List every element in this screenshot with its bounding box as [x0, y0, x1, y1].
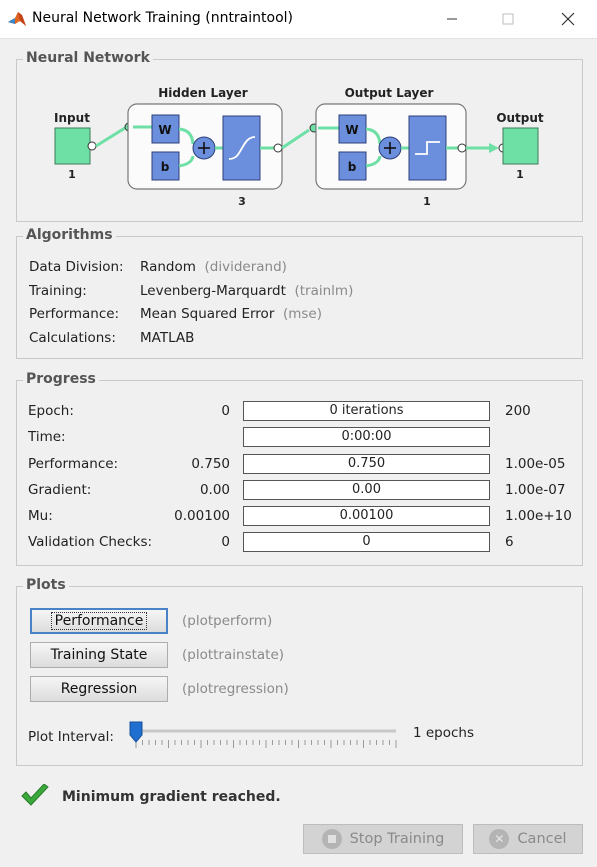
- progress-end-value: 1.00e+10: [505, 508, 572, 524]
- algorithm-value: MATLAB: [140, 330, 195, 346]
- cancel-button[interactable]: ✕ Cancel: [473, 824, 583, 854]
- progress-end-value: 1.00e-07: [505, 482, 566, 498]
- algorithm-label: Training:: [29, 283, 87, 299]
- progress-current-box: 0.00100: [243, 506, 490, 526]
- plot-function-label: (plottrainstate): [182, 647, 285, 663]
- plot-interval-label: Plot Interval:: [28, 729, 114, 745]
- minimize-icon: [447, 18, 457, 20]
- algorithm-label: Calculations:: [29, 330, 116, 346]
- progress-label: Validation Checks:: [28, 534, 153, 550]
- status-message: Minimum gradient reached.: [62, 789, 281, 805]
- hidden-b-label: b: [161, 160, 170, 174]
- cancel-icon: ✕: [489, 829, 510, 849]
- progress-start-value: 0: [221, 534, 230, 550]
- neural-network-panel: Neural Network Input 1 Hidden Layer W b …: [16, 50, 583, 222]
- minimize-button[interactable]: [432, 6, 472, 32]
- progress-end-value: 200: [505, 403, 531, 419]
- window-title: Neural Network Training (nntraintool): [32, 10, 293, 26]
- maximize-button[interactable]: [488, 6, 528, 32]
- algorithm-label: Data Division:: [29, 259, 124, 275]
- input-label: Input: [54, 111, 90, 125]
- output-b-label: b: [348, 160, 357, 174]
- regression-plot-button[interactable]: Regression: [30, 676, 168, 702]
- progress-label: Mu:: [28, 508, 53, 524]
- output-w-label: W: [345, 123, 358, 137]
- slider-thumb[interactable]: [129, 721, 143, 743]
- arrow-icon: [489, 143, 499, 153]
- progress-current-box: 0.00: [243, 480, 490, 500]
- algorithms-panel: Algorithms Data Division: Random (divide…: [16, 227, 583, 359]
- network-diagram: Input 1 Hidden Layer W b 3 Output Layer: [54, 86, 544, 208]
- progress-current-box: 0: [243, 532, 490, 552]
- connector-dot: [273, 143, 283, 153]
- connector-dot: [87, 141, 97, 151]
- progress-start-value: 0.00100: [174, 508, 230, 524]
- algorithm-value: Random (dividerand): [140, 259, 287, 275]
- progress-current-box: 0:00:00: [243, 427, 490, 447]
- output-layer-title: Output Layer: [345, 86, 434, 100]
- progress-current-box: 0 iterations: [243, 401, 490, 421]
- checkmark-icon: [21, 784, 49, 806]
- progress-label: Epoch:: [28, 403, 74, 419]
- progress-start-value: 0.750: [191, 456, 230, 472]
- hidden-w-label: W: [158, 123, 171, 137]
- plot-function-label: (plotregression): [182, 681, 289, 697]
- training-state-plot-button[interactable]: Training State: [30, 642, 168, 668]
- stop-training-label: Stop Training: [349, 831, 445, 847]
- output-layer-size: 1: [423, 195, 431, 208]
- algorithm-value: Levenberg-Marquardt (trainlm): [140, 283, 354, 299]
- close-button[interactable]: [548, 6, 588, 32]
- input-node: [54, 127, 91, 165]
- output-node: [502, 127, 539, 165]
- output-size: 1: [516, 168, 524, 181]
- hidden-size: 3: [238, 195, 246, 208]
- panel-title: Progress: [23, 371, 99, 387]
- cancel-label: Cancel: [517, 831, 567, 847]
- plot-function-label: (plotperform): [182, 613, 273, 629]
- progress-label: Performance:: [28, 456, 119, 472]
- close-icon: [561, 12, 575, 26]
- progress-start-value: 0.00: [199, 482, 230, 498]
- progress-start-value: 0: [221, 403, 230, 419]
- progress-label: Gradient:: [28, 482, 92, 498]
- stop-icon: [321, 829, 342, 849]
- stop-training-button[interactable]: Stop Training: [303, 824, 463, 854]
- plot-interval-value: 1 epochs: [413, 725, 475, 741]
- progress-current-box: 0.750: [243, 454, 490, 474]
- plot-interval-slider[interactable]: [128, 716, 400, 752]
- slider-ticks: [135, 729, 397, 748]
- algorithm-label: Performance:: [29, 306, 120, 322]
- output-label: Output: [496, 111, 544, 125]
- input-size: 1: [68, 168, 76, 181]
- maximize-icon: [502, 13, 514, 25]
- progress-label: Time:: [28, 429, 66, 445]
- title-bar: Neural Network Training (nntraintool): [0, 0, 597, 39]
- hidden-layer-title: Hidden Layer: [158, 86, 248, 100]
- performance-plot-button[interactable]: Performance: [30, 608, 168, 634]
- progress-end-value: 6: [505, 534, 514, 550]
- matlab-logo-icon: [8, 12, 26, 26]
- panel-title: Algorithms: [23, 227, 116, 243]
- algorithm-value: Mean Squared Error (mse): [140, 306, 322, 322]
- progress-end-value: 1.00e-05: [505, 456, 566, 472]
- panel-title: Plots: [23, 577, 69, 593]
- connector-dot: [457, 143, 467, 153]
